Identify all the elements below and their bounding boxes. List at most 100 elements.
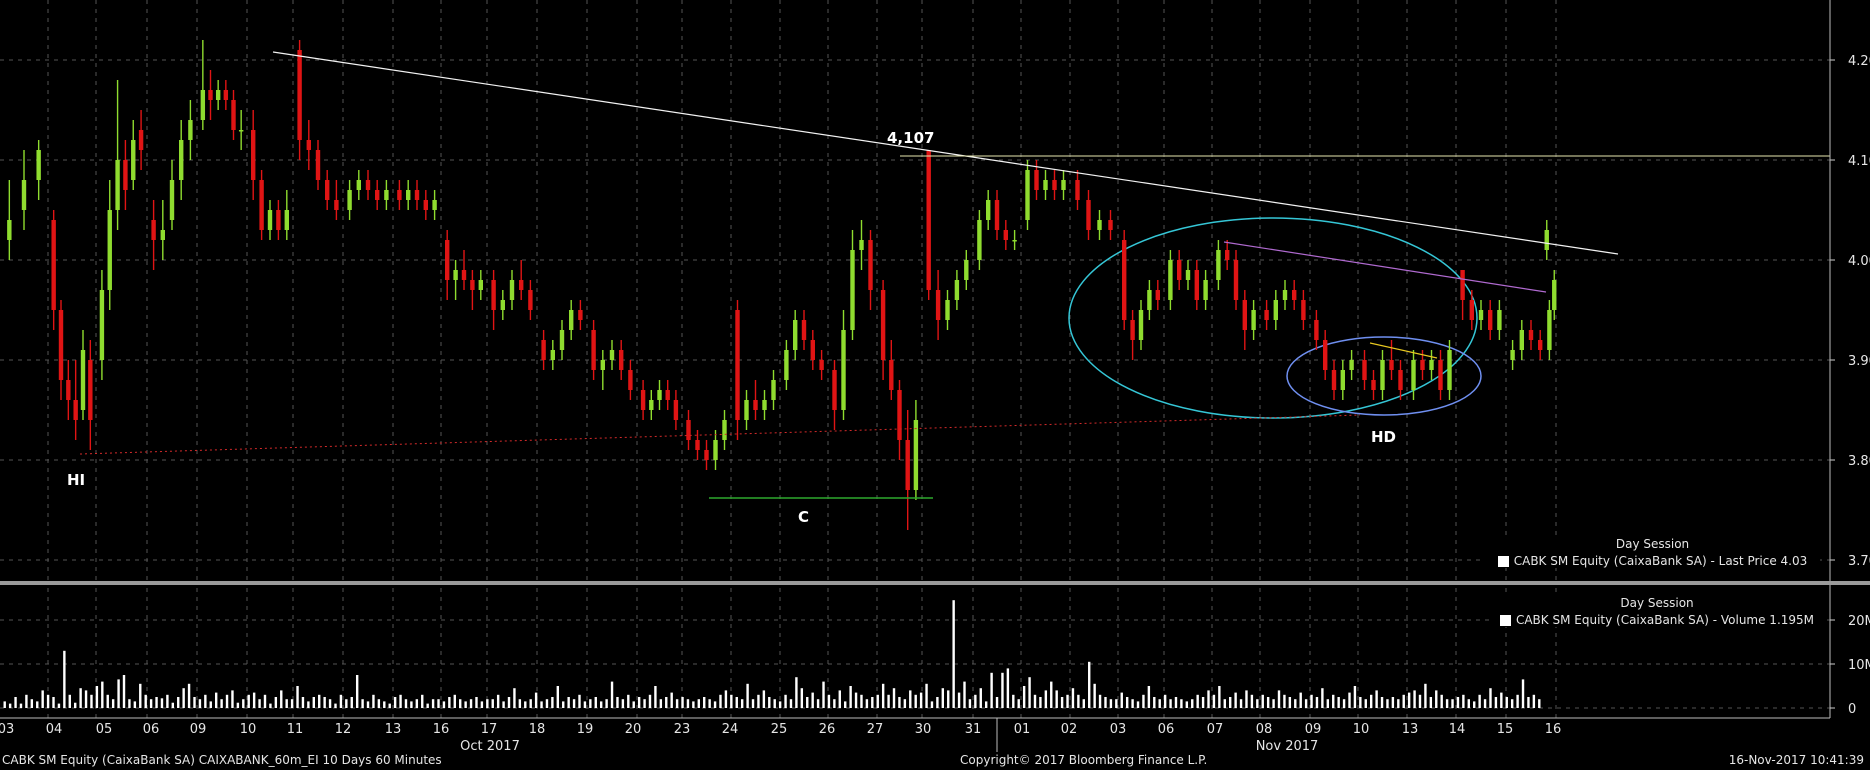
price-candle-body (406, 190, 411, 200)
price-candle-body (819, 360, 824, 370)
volume-bar (751, 699, 755, 708)
volume-bar (19, 703, 23, 708)
volume-bar (1180, 699, 1183, 708)
x-axis-tick-label: 16 (1545, 722, 1562, 737)
volume-bar (101, 681, 104, 708)
price-candle-body (115, 160, 120, 210)
volume-bar (844, 701, 847, 708)
price-candle-body (375, 190, 380, 200)
volume-legend-swatch (1499, 614, 1511, 626)
price-candle-body (1301, 300, 1306, 320)
x-axis-tick-label: 03 (1110, 722, 1127, 737)
price-candle-body (478, 280, 483, 290)
price-candle-body (665, 390, 670, 400)
price-candle-body (284, 210, 289, 230)
volume-bar (1131, 699, 1134, 708)
price-candle-body (208, 90, 213, 100)
volume-bar (1006, 668, 1010, 708)
price-candle-body (21, 180, 27, 210)
volume-bar (290, 699, 294, 708)
price-candle-body (657, 390, 662, 400)
price-candle-body (509, 280, 515, 300)
volume-axis-tick-label: 0 (1848, 702, 1856, 717)
price-candle-body (841, 330, 846, 410)
price-candle-body (151, 220, 156, 240)
price-candle-body (1034, 170, 1039, 190)
volume-bar (79, 688, 82, 708)
volume-bar (876, 694, 879, 708)
volume-bar (1315, 697, 1319, 708)
x-axis-tick-label: 05 (96, 722, 113, 737)
volume-bar (1136, 701, 1140, 708)
x-axis-tick-label: 30 (915, 722, 932, 737)
volume-bar (90, 694, 93, 708)
x-axis-tick-label: 17 (481, 722, 498, 737)
volume-bar (605, 699, 608, 708)
price-candle-body (1411, 360, 1416, 390)
annotation-labels: 4,107 HI C HD (67, 129, 1396, 526)
x-axis-tick-label: 03 (0, 722, 14, 737)
price-candle-body (859, 240, 864, 250)
price-candle-body (905, 440, 910, 490)
price-candle-body (1147, 290, 1152, 310)
volume-bar (171, 702, 175, 708)
volume-bar (312, 697, 315, 708)
volume-bar (675, 699, 679, 708)
price-candle-body (1251, 310, 1256, 330)
price-candle-body (423, 200, 428, 210)
price-candle-body (649, 400, 654, 410)
price-candle-body (1225, 250, 1230, 260)
volume-bar (1142, 694, 1145, 708)
volume-bar (925, 683, 928, 708)
volume-bar (1294, 699, 1297, 708)
volume-bar (1104, 697, 1107, 708)
price-candle-body (1003, 230, 1008, 240)
axes: 3.70 3.80 3.90 4.00 4.10 4.20 0 10M 20M 03 04 05 06 0… (0, 0, 1870, 754)
volume-bar (556, 686, 560, 708)
volume-bar (1342, 699, 1346, 708)
footer-right: 16-Nov-2017 10:41:39 (1728, 753, 1864, 767)
price-candle-body (238, 130, 244, 132)
volume-bar (1077, 694, 1080, 708)
price-candle-body (1429, 360, 1434, 370)
volume-bar (795, 677, 798, 708)
price-candle-body (1216, 250, 1221, 280)
volume-bar (95, 686, 99, 708)
price-candle-body (223, 90, 229, 100)
x-axis-tick-label: 16 (433, 722, 450, 737)
volume-bar (1304, 699, 1308, 708)
price-candle-body (1075, 180, 1080, 200)
volume-bar (1359, 697, 1362, 708)
volume-bar (491, 699, 494, 708)
price-candle-body (1061, 180, 1066, 190)
volume-bar (1223, 699, 1226, 708)
price-candle-body (188, 120, 193, 140)
price-candle-body (251, 130, 256, 180)
volume-bar (30, 699, 34, 708)
volume-bar (280, 690, 283, 708)
volume-bar (724, 690, 728, 708)
volume-bar (1277, 690, 1281, 708)
volume-bar (1044, 690, 1048, 708)
price-candle-body (1097, 220, 1102, 230)
volume-bar (789, 699, 793, 708)
volume-bar (46, 694, 50, 708)
volume-bar (599, 701, 603, 708)
volume-bar (345, 699, 348, 708)
volume-bar (415, 699, 419, 708)
volume-bar (995, 697, 999, 708)
price-candle-body (954, 280, 960, 300)
volume-bar (1413, 690, 1416, 708)
price-candle-body (1012, 240, 1017, 242)
price-candle-body (500, 300, 505, 310)
volume-bar (768, 697, 771, 708)
volume-bar (1456, 697, 1460, 708)
price-candle-body (810, 340, 815, 360)
price-axis-tick-label: 3.80 (1848, 454, 1870, 469)
volume-bar (811, 692, 814, 708)
price-candle-body (578, 310, 583, 320)
price-candle-body (1155, 290, 1160, 300)
volume-bar (562, 701, 565, 708)
volume-bar (437, 699, 440, 708)
volume-bar (1012, 694, 1015, 708)
